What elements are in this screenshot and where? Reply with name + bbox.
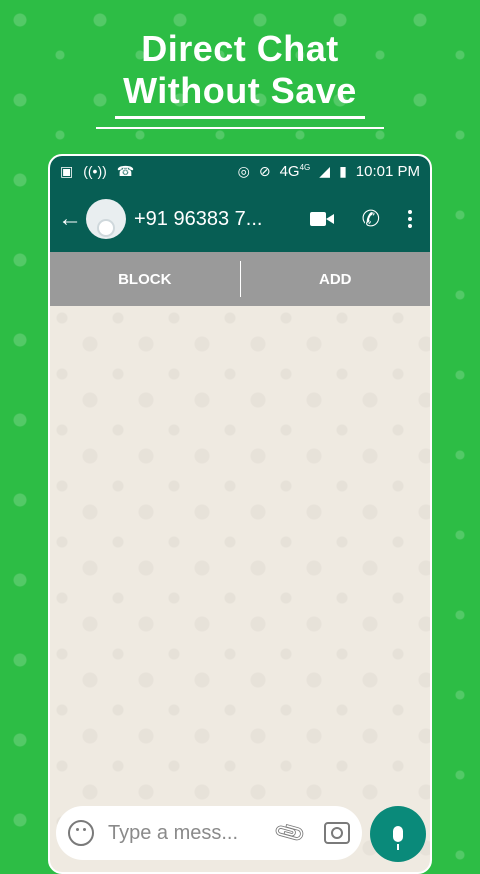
dnd-icon: ⊘ [258, 163, 271, 179]
clock: 10:01 PM [355, 162, 420, 180]
camera-icon[interactable] [324, 822, 350, 844]
back-arrow-icon[interactable]: ← [58, 205, 84, 233]
battery-icon: ▮ [339, 163, 347, 179]
network-label: 4G4G [279, 162, 311, 180]
contact-name[interactable]: +91 96383 7... [134, 208, 310, 231]
phone-mockup: ▣ ((•)) ☎ ◎ ⊘ 4G4G ◢ ▮ 10:01 PM ← +91 96… [48, 154, 432, 874]
status-bar: ▣ ((•)) ☎ ◎ ⊘ 4G4G ◢ ▮ 10:01 PM [50, 156, 430, 186]
block-button[interactable]: BLOCK [50, 271, 240, 288]
headline-rule [96, 127, 384, 129]
headline-underline [115, 116, 365, 119]
mic-icon [393, 826, 403, 850]
image-notification-icon: ▣ [60, 163, 74, 179]
avatar[interactable] [86, 199, 126, 239]
message-input[interactable]: Type a mess... [108, 822, 276, 845]
block-add-bar: BLOCK ADD [50, 252, 430, 306]
promo-headline: Direct Chat Without Save [0, 28, 480, 119]
add-contact-button[interactable]: ADD [241, 271, 431, 288]
mic-button[interactable] [370, 806, 426, 862]
signal-icon: ◢ [319, 163, 331, 179]
video-call-icon[interactable] [309, 211, 334, 227]
hotspot-icon: ((•)) [83, 163, 107, 179]
headline-line2: Without Save [123, 70, 357, 111]
headline-line1: Direct Chat [141, 28, 339, 69]
wifi-icon: ◎ [237, 163, 250, 179]
phone-call-icon[interactable]: ✆ [362, 206, 380, 232]
missed-call-icon: ☎ [116, 163, 135, 179]
emoji-icon[interactable] [68, 820, 94, 846]
message-composer[interactable]: Type a mess... 📎︎ [56, 806, 362, 860]
chat-app-bar: ← +91 96383 7... ✆ [50, 186, 430, 252]
attach-icon[interactable]: 📎︎ [271, 815, 308, 851]
more-options-icon[interactable] [408, 210, 412, 228]
chat-area: Type a mess... 📎︎ [50, 306, 430, 872]
